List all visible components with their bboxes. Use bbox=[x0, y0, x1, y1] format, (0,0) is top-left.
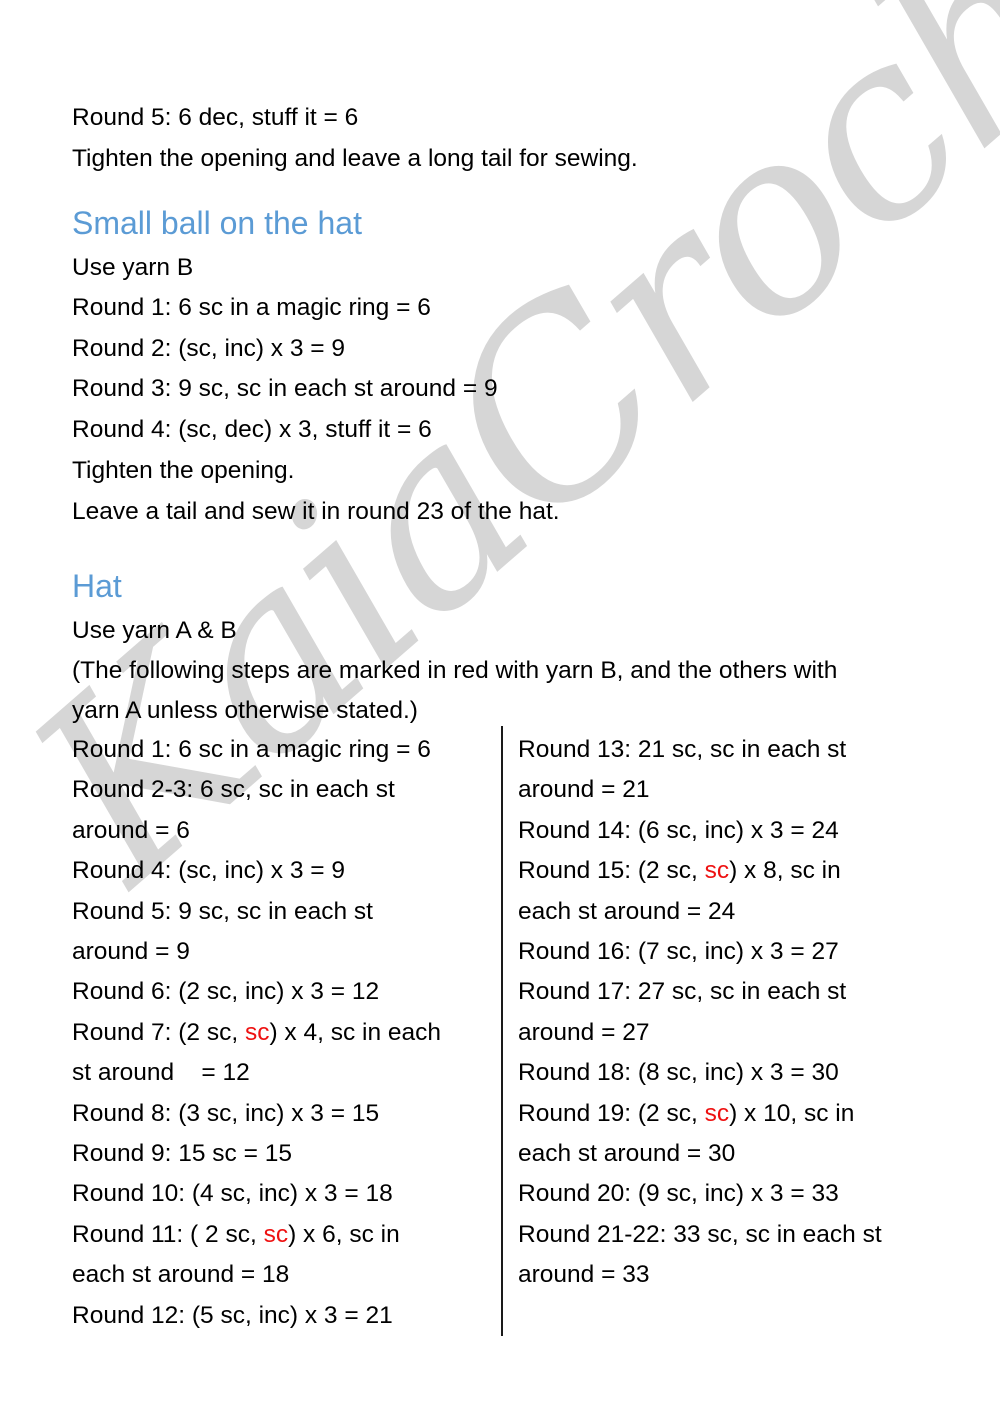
hat-round-left-line-6: Round 6: (2 sc, inc) x 3 = 12 bbox=[72, 977, 379, 1007]
hat-round-right-line-10: each st around = 30 bbox=[518, 1139, 735, 1169]
round-text-cont: ) x 6, sc in bbox=[288, 1220, 400, 1248]
round-text: Round 12: (5 sc, inc) x 3 = 21 bbox=[72, 1301, 393, 1329]
round-text: Round 2-3: 6 sc, sc in each st bbox=[72, 776, 395, 804]
round-text: Round 21-22: 33 sc, sc in each st bbox=[518, 1220, 882, 1248]
small-ball-line-5: Tighten the opening. bbox=[72, 457, 295, 484]
round-text: Round 13: 21 sc, sc in each st bbox=[518, 736, 847, 763]
round-text: around = 9 bbox=[72, 938, 190, 965]
hat-round-right-line-12: Round 21-22: 33 sc, sc in each st bbox=[518, 1220, 882, 1250]
round-text: each st around = 24 bbox=[518, 897, 736, 925]
hat-round-right-line-2: Round 14: (6 sc, inc) x 3 = 24 bbox=[518, 816, 839, 846]
hat-round-left-line-7: Round 7: (2 sc, sc) x 4, sc in each bbox=[72, 1018, 441, 1048]
round-text: Round 11: ( 2 sc, bbox=[72, 1220, 264, 1248]
round-text: Round 17: 27 sc, sc in each st bbox=[518, 978, 847, 1006]
round-text: around = 21 bbox=[518, 776, 650, 804]
hat-round-left-line-13: each st around = 18 bbox=[72, 1260, 289, 1290]
round-text-cont: ) x 10, sc in bbox=[729, 1099, 855, 1127]
heading-small-ball: Small ball on the hat bbox=[72, 205, 362, 241]
yarn-b-stitch-marker: sc bbox=[704, 857, 730, 885]
hat-round-right-line-4: each st around = 24 bbox=[518, 897, 735, 927]
hat-round-left-line-4: Round 5: 9 sc, sc in each st bbox=[72, 897, 373, 927]
hat-round-left-line-1: Round 2-3: 6 sc, sc in each st bbox=[72, 775, 395, 805]
hat-intro-line-1: (The following steps are marked in red w… bbox=[72, 657, 838, 684]
round-text: Round 16: (7 sc, inc) x 3 = 27 bbox=[518, 938, 839, 965]
document-content: Round 5: 6 dec, stuff it = 6 Tighten the… bbox=[0, 0, 1000, 1415]
round-text: each st around = 30 bbox=[518, 1140, 736, 1167]
round-text: Round 5: 9 sc, sc in each st bbox=[72, 897, 373, 925]
hat-round-right-line-7: around = 27 bbox=[518, 1018, 649, 1048]
hat-round-right-line-0: Round 13: 21 sc, sc in each st bbox=[518, 735, 846, 765]
hat-round-left-line-11: Round 10: (4 sc, inc) x 3 = 18 bbox=[72, 1179, 393, 1209]
small-ball-line-1: Round 1: 6 sc in a magic ring = 6 bbox=[72, 294, 431, 321]
yarn-b-stitch-marker: sc bbox=[704, 1099, 730, 1127]
small-ball-line-6: Leave a tail and sew it in round 23 of t… bbox=[72, 498, 560, 525]
round-text: Round 1: 6 sc in a magic ring = 6 bbox=[72, 736, 431, 763]
round-text: around = 6 bbox=[72, 816, 190, 844]
round-text: Round 14: (6 sc, inc) x 3 = 24 bbox=[518, 816, 839, 844]
top-line-0: Round 5: 6 dec, stuff it = 6 bbox=[72, 104, 359, 131]
hat-round-left-line-0: Round 1: 6 sc in a magic ring = 6 bbox=[72, 735, 431, 765]
round-text: Round 10: (4 sc, inc) x 3 = 18 bbox=[72, 1180, 393, 1208]
hat-round-right-line-1: around = 21 bbox=[518, 775, 649, 805]
yarn-b-stitch-marker: sc bbox=[244, 1018, 270, 1046]
small-ball-line-2: Round 2: (sc, inc) x 3 = 9 bbox=[72, 335, 346, 362]
hat-round-left-line-3: Round 4: (sc, inc) x 3 = 9 bbox=[72, 856, 345, 886]
hat-round-right-line-8: Round 18: (8 sc, inc) x 3 = 30 bbox=[518, 1058, 839, 1088]
small-ball-line-0: Use yarn B bbox=[72, 254, 194, 281]
round-text: around = 27 bbox=[518, 1018, 650, 1046]
yarn-b-stitch-marker: sc bbox=[263, 1220, 289, 1248]
round-text: Round 9: 15 sc = 15 bbox=[72, 1140, 292, 1167]
round-text: Round 20: (9 sc, inc) x 3 = 33 bbox=[518, 1180, 839, 1208]
round-text: each st around = 18 bbox=[72, 1261, 290, 1289]
round-text: Round 4: (sc, inc) x 3 = 9 bbox=[72, 857, 346, 885]
hat-intro-line-0: Use yarn A & B bbox=[72, 617, 237, 644]
hat-round-left-line-14: Round 12: (5 sc, inc) x 3 = 21 bbox=[72, 1301, 393, 1331]
column-divider bbox=[501, 726, 503, 1336]
round-text: Round 15: (2 sc, bbox=[518, 857, 705, 885]
heading-hat: Hat bbox=[72, 568, 122, 604]
hat-round-right-line-3: Round 15: (2 sc, sc) x 8, sc in bbox=[518, 856, 841, 886]
hat-round-left-line-8: st around = 12 bbox=[72, 1058, 250, 1088]
round-text: Round 8: (3 sc, inc) x 3 = 15 bbox=[72, 1099, 380, 1127]
round-text: Round 7: (2 sc, bbox=[72, 1018, 245, 1046]
hat-round-left-line-10: Round 9: 15 sc = 15 bbox=[72, 1139, 292, 1169]
hat-round-left-line-5: around = 9 bbox=[72, 937, 190, 967]
round-text: around = 33 bbox=[518, 1261, 650, 1289]
document-page: KaiaCrochet Round 5: 6 dec, stuff it = 6… bbox=[0, 0, 1000, 1415]
round-text-cont: ) x 4, sc in each bbox=[269, 1018, 442, 1046]
hat-round-left-line-12: Round 11: ( 2 sc, sc) x 6, sc in bbox=[72, 1220, 400, 1250]
hat-round-left-line-9: Round 8: (3 sc, inc) x 3 = 15 bbox=[72, 1099, 379, 1129]
hat-round-left-line-2: around = 6 bbox=[72, 816, 190, 846]
hat-round-right-line-6: Round 17: 27 sc, sc in each st bbox=[518, 977, 846, 1007]
hat-round-right-line-5: Round 16: (7 sc, inc) x 3 = 27 bbox=[518, 937, 839, 967]
hat-round-right-line-13: around = 33 bbox=[518, 1260, 649, 1290]
hat-intro-line-2: yarn A unless otherwise stated.) bbox=[72, 697, 418, 724]
small-ball-line-4: Round 4: (sc, dec) x 3, stuff it = 6 bbox=[72, 416, 432, 443]
small-ball-line-3: Round 3: 9 sc, sc in each st around = 9 bbox=[72, 375, 498, 402]
hat-round-right-line-9: Round 19: (2 sc, sc) x 10, sc in bbox=[518, 1099, 854, 1129]
round-text: Round 6: (2 sc, inc) x 3 = 12 bbox=[72, 978, 380, 1006]
hat-round-right-line-11: Round 20: (9 sc, inc) x 3 = 33 bbox=[518, 1179, 839, 1209]
round-text: Round 18: (8 sc, inc) x 3 = 30 bbox=[518, 1059, 839, 1087]
round-text-cont: ) x 8, sc in bbox=[729, 857, 841, 885]
round-text: st around = 12 bbox=[72, 1059, 250, 1087]
top-line-1: Tighten the opening and leave a long tai… bbox=[72, 145, 638, 172]
round-text: Round 19: (2 sc, bbox=[518, 1099, 705, 1127]
